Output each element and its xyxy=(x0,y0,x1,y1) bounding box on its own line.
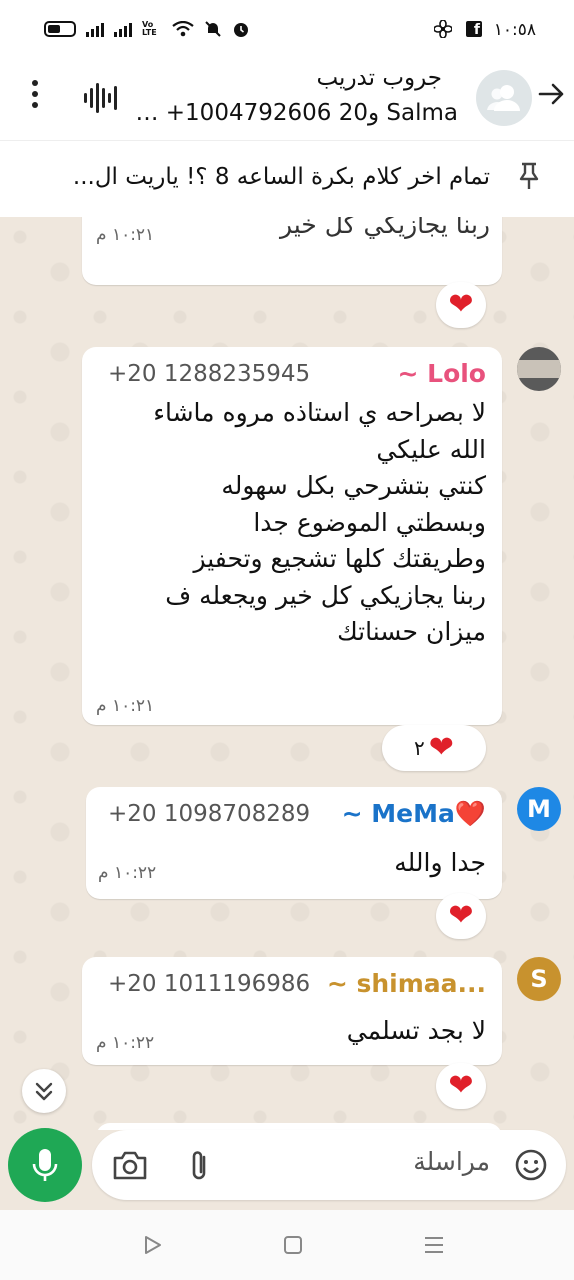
message-time: ١٠:٢٢ م xyxy=(96,1033,155,1053)
sender-phone: +20 1098708289 xyxy=(108,801,311,827)
message-line: ربنا يجازيكي كل خير ويجعله ف xyxy=(165,580,486,610)
message-bubble[interactable]: ~ shimaa... +20 1011196986 لا بجد تسلمي … xyxy=(82,957,502,1065)
fan-icon xyxy=(434,20,452,38)
reaction-count: ٢ xyxy=(414,736,425,760)
message-line: لا بصراحه ي استاذه مروه ماشاء xyxy=(153,398,486,427)
message-line: ميزان حسناتك xyxy=(337,617,486,646)
group-title[interactable]: جروب تدريب xyxy=(316,65,442,91)
chat-area[interactable]: ربنا يجازيكي كل خير ١٠:٢١ م ❤ ~ Lolo +20… xyxy=(0,217,574,1130)
wifi-icon xyxy=(172,21,194,37)
member-avatar[interactable] xyxy=(517,347,561,391)
reaction-badge[interactable]: ❤ xyxy=(436,1063,486,1109)
message-bubble[interactable] xyxy=(96,1123,502,1130)
reaction-badge[interactable]: ٢ ❤ xyxy=(382,725,486,771)
sender-phone: +20 1011196986 xyxy=(108,971,311,997)
emoji-icon[interactable] xyxy=(514,1148,548,1182)
signal-icon xyxy=(86,21,104,37)
message-text: ربنا يجازيكي كل خير xyxy=(279,217,490,239)
nav-home-icon[interactable] xyxy=(282,1234,304,1256)
camera-icon[interactable] xyxy=(112,1148,148,1182)
pin-icon[interactable] xyxy=(514,161,544,197)
message-bubble[interactable]: ~ Lolo +20 1288235945 لا بصراحه ي استاذه… xyxy=(82,347,502,725)
sender-name[interactable]: ~ Lolo xyxy=(397,359,486,388)
system-nav-bar xyxy=(0,1210,574,1280)
message-time: ١٠:٢١ م xyxy=(96,225,155,245)
signal-icon xyxy=(114,21,132,37)
message-line: كنتي بتشرحي بكل سهوله xyxy=(221,471,486,500)
voice-call-icon[interactable] xyxy=(84,82,117,114)
message-bubble[interactable]: ربنا يجازيكي كل خير ١٠:٢١ م xyxy=(82,217,502,285)
attach-icon[interactable] xyxy=(184,1148,214,1184)
mic-icon xyxy=(32,1149,58,1181)
group-avatar-icon[interactable] xyxy=(476,70,532,126)
chat-header: جروب تدريب Salma و20 1004792606+ … xyxy=(0,60,574,141)
heart-icon: ❤ xyxy=(448,1068,474,1103)
heart-icon: ❤ xyxy=(448,287,474,322)
group-members[interactable]: Salma و20 1004792606+ … xyxy=(135,100,458,126)
message-text: جدا والله xyxy=(394,848,486,877)
back-arrow-icon[interactable] xyxy=(536,80,566,114)
sender-phone: +20 1288235945 xyxy=(108,361,311,387)
sender-name[interactable]: ~ MeMa❤️ xyxy=(342,799,486,829)
member-avatar[interactable]: S xyxy=(517,957,561,1001)
mic-button[interactable] xyxy=(8,1128,82,1202)
message-bubble[interactable]: ~ MeMa❤️ +20 1098708289 جدا والله ١٠:٢٢ … xyxy=(86,787,502,899)
mute-bell-icon xyxy=(205,21,221,37)
reaction-badge[interactable]: ❤ xyxy=(436,282,486,328)
message-line: وبسطتي الموضوع جدا xyxy=(253,507,486,537)
message-line: الله عليكي xyxy=(376,434,486,464)
heart-icon: ❤ xyxy=(428,730,454,765)
pinned-message-text: تمام اخر كلام بكرة الساعه 8 ؟! ياريت ال.… xyxy=(72,164,490,190)
battery-icon xyxy=(44,21,76,37)
reaction-badge[interactable]: ❤ xyxy=(436,893,486,939)
nav-recents-icon[interactable] xyxy=(422,1234,446,1256)
alarm-icon xyxy=(234,23,248,37)
scroll-down-icon[interactable] xyxy=(22,1069,66,1113)
notification-icons: f xyxy=(434,20,482,38)
message-text: لا بجد تسلمي xyxy=(346,1016,486,1045)
facebook-icon: f xyxy=(466,21,482,38)
volte-icon: Vo LTE xyxy=(142,20,157,37)
sender-name[interactable]: ~ shimaa... xyxy=(327,969,486,998)
more-options-icon[interactable] xyxy=(25,80,45,116)
status-icons: Vo LTE xyxy=(44,20,250,38)
member-avatar[interactable]: M xyxy=(517,787,561,831)
message-input[interactable]: مراسلة xyxy=(413,1147,490,1176)
status-time: ١٠:٥٨ xyxy=(493,20,536,40)
heart-icon: ❤ xyxy=(448,898,474,933)
nav-back-icon[interactable] xyxy=(142,1234,164,1256)
message-time: ١٠:٢٢ م xyxy=(98,863,157,883)
message-line: وطريقتك كلها تشجيع وتحفيز xyxy=(193,544,486,573)
message-text: لا بصراحه ي استاذه مروه ماشاء الله عليكي… xyxy=(96,395,486,651)
message-composer[interactable]: مراسلة xyxy=(92,1130,566,1200)
message-time: ١٠:٢١ م xyxy=(96,696,155,716)
status-bar: Vo LTE f ١٠:٥٨ xyxy=(0,0,574,60)
pinned-message-bar[interactable]: تمام اخر كلام بكرة الساعه 8 ؟! ياريت ال.… xyxy=(0,141,574,217)
